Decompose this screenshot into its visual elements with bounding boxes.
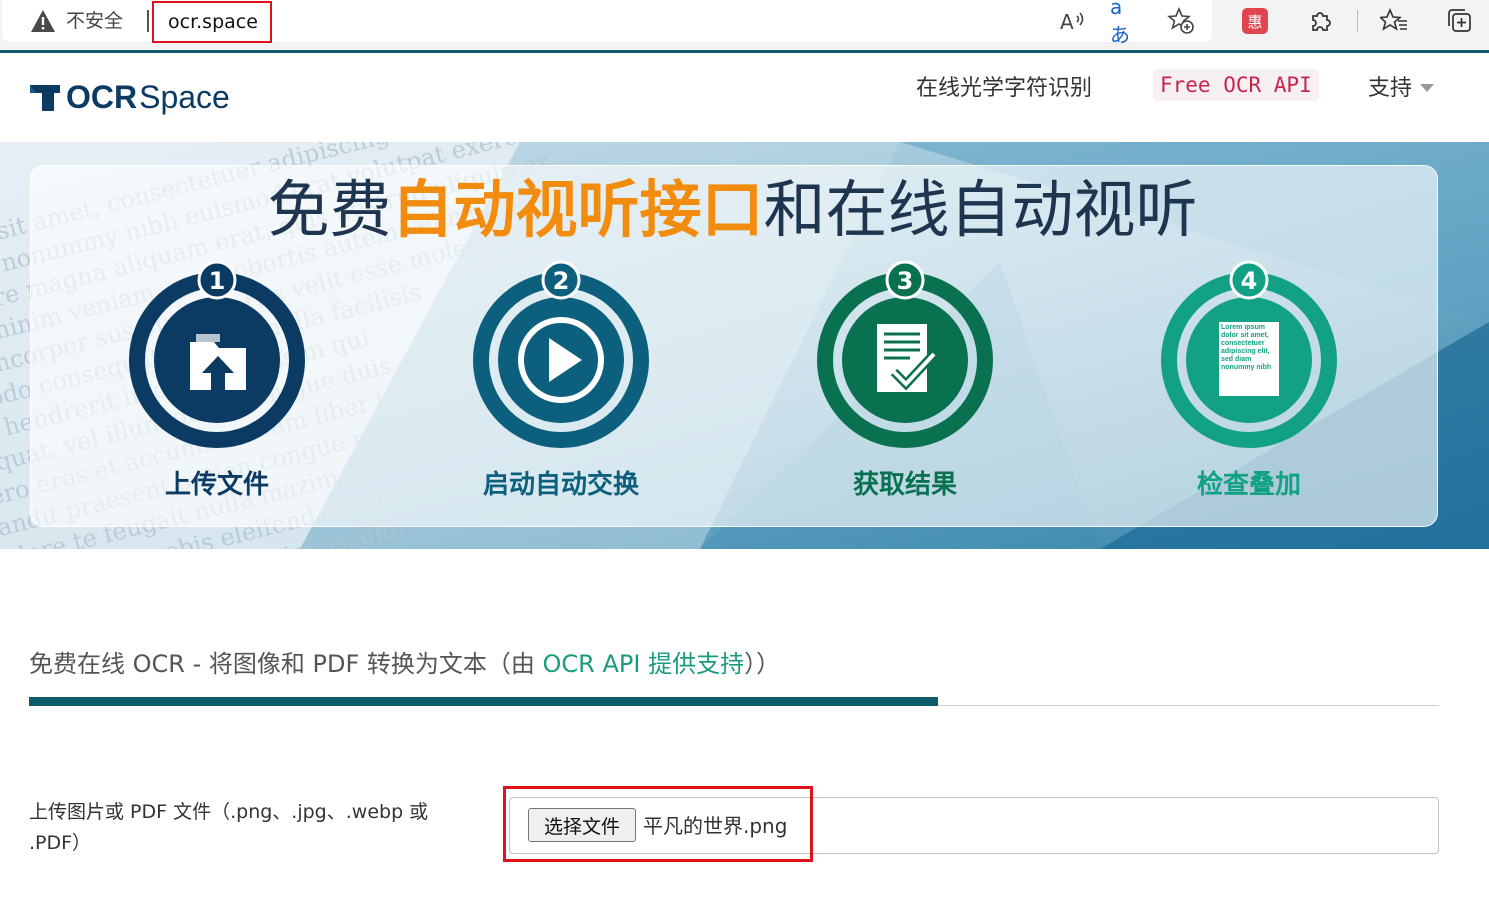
step-number: 4 bbox=[1241, 267, 1258, 295]
logo-text-light: Space bbox=[139, 78, 230, 115]
hero-banner: dolor sit amet, consectetuer adipiscing … bbox=[0, 142, 1489, 549]
hero-title: 免费自动视听接口和在线自动视听 bbox=[0, 170, 1465, 250]
sample-document-text: Lorem ipsum dolor sit amet, consectetuer… bbox=[1221, 324, 1272, 371]
hero-title-pre: 免费 bbox=[267, 173, 392, 246]
add-favorite-icon[interactable] bbox=[1165, 6, 1197, 36]
selected-file-name: 平凡的世界.png bbox=[643, 814, 788, 838]
headline-text: 免费在线 OCR - 将图像和 PDF 转换为文本（由 bbox=[29, 650, 543, 678]
hero-title-post: 和在线自动视听 bbox=[763, 173, 1198, 246]
logo-text-bold: OCR bbox=[66, 78, 138, 115]
site-logo[interactable]: OCR Space bbox=[28, 79, 230, 115]
step-upload-file: 1 上传文件 bbox=[122, 260, 312, 520]
favorites-icon[interactable] bbox=[1378, 6, 1410, 36]
nav-online-ocr-label: 在线光学字符识别 bbox=[916, 76, 1093, 101]
nav-support-label: 支持 bbox=[1368, 76, 1413, 101]
step-number: 1 bbox=[209, 267, 226, 295]
page-headline: 免费在线 OCR - 将图像和 PDF 转换为文本（由 OCR API 提供支持… bbox=[29, 648, 780, 680]
step-label: 获取结果 bbox=[852, 470, 957, 500]
address-bar[interactable]: 不安全 ocr.space A aあ bbox=[2, 0, 1212, 47]
step-label: 启动自动交换 bbox=[482, 470, 639, 500]
step-check-overlay: 4 Lorem ipsum dolor sit amet, consectetu… bbox=[1154, 260, 1344, 520]
step-number: 2 bbox=[553, 267, 570, 295]
nav-support-dropdown[interactable]: 支持 bbox=[1368, 69, 1435, 103]
document-check-icon: 3 bbox=[817, 260, 993, 448]
translate-glyph: aあ bbox=[1110, 0, 1130, 47]
site-header: OCR Space 在线光学字符识别 Free OCR API 支持 bbox=[0, 53, 1489, 142]
collections-icon[interactable] bbox=[1444, 6, 1476, 36]
choose-file-button[interactable]: 选择文件 bbox=[528, 808, 636, 842]
url-highlight-box: ocr.space bbox=[152, 1, 272, 43]
step-get-results: 3 获取结果 bbox=[810, 260, 1000, 520]
chevron-down-icon bbox=[1420, 83, 1435, 92]
upload-label: 上传图片或 PDF 文件（.png、.jpg、.webp 或 .PDF） bbox=[29, 801, 429, 854]
toolbar-divider bbox=[1357, 10, 1358, 32]
translate-icon[interactable]: aあ bbox=[1110, 0, 1142, 47]
address-divider bbox=[147, 10, 149, 32]
nav-free-ocr-api[interactable]: Free OCR API bbox=[1153, 69, 1319, 101]
ocr-api-link[interactable]: OCR API 提供支持 bbox=[543, 650, 745, 678]
svg-text:A: A bbox=[1060, 10, 1074, 34]
extensions-icon[interactable] bbox=[1305, 6, 1337, 36]
headline-text-end: ）） bbox=[744, 650, 781, 678]
upload-file-icon: 1 bbox=[129, 260, 305, 448]
warning-icon[interactable] bbox=[30, 9, 56, 33]
extension-red-icon[interactable]: 惠 bbox=[1239, 6, 1271, 36]
browser-toolbar: 不安全 ocr.space A aあ 惠 bbox=[0, 0, 1489, 50]
read-aloud-icon[interactable]: A bbox=[1056, 6, 1088, 36]
text-document-icon: 4 Lorem ipsum dolor sit amet, consectetu… bbox=[1161, 260, 1337, 448]
progress-fill bbox=[29, 697, 938, 706]
step-start-conversion: 2 启动自动交换 bbox=[466, 260, 656, 520]
not-secure-label[interactable]: 不安全 bbox=[66, 9, 123, 33]
extension-glyph: 惠 bbox=[1242, 8, 1268, 34]
step-label: 上传文件 bbox=[164, 470, 269, 500]
play-icon: 2 bbox=[473, 260, 649, 448]
hero-title-highlight: 自动视听接口 bbox=[391, 173, 764, 246]
nav-online-ocr[interactable]: 在线光学字符识别 bbox=[916, 69, 1092, 103]
step-number: 3 bbox=[897, 267, 914, 295]
logo-mark-icon bbox=[30, 85, 60, 111]
step-label: 检查叠加 bbox=[1196, 470, 1301, 500]
url-text[interactable]: ocr.space bbox=[168, 11, 258, 33]
